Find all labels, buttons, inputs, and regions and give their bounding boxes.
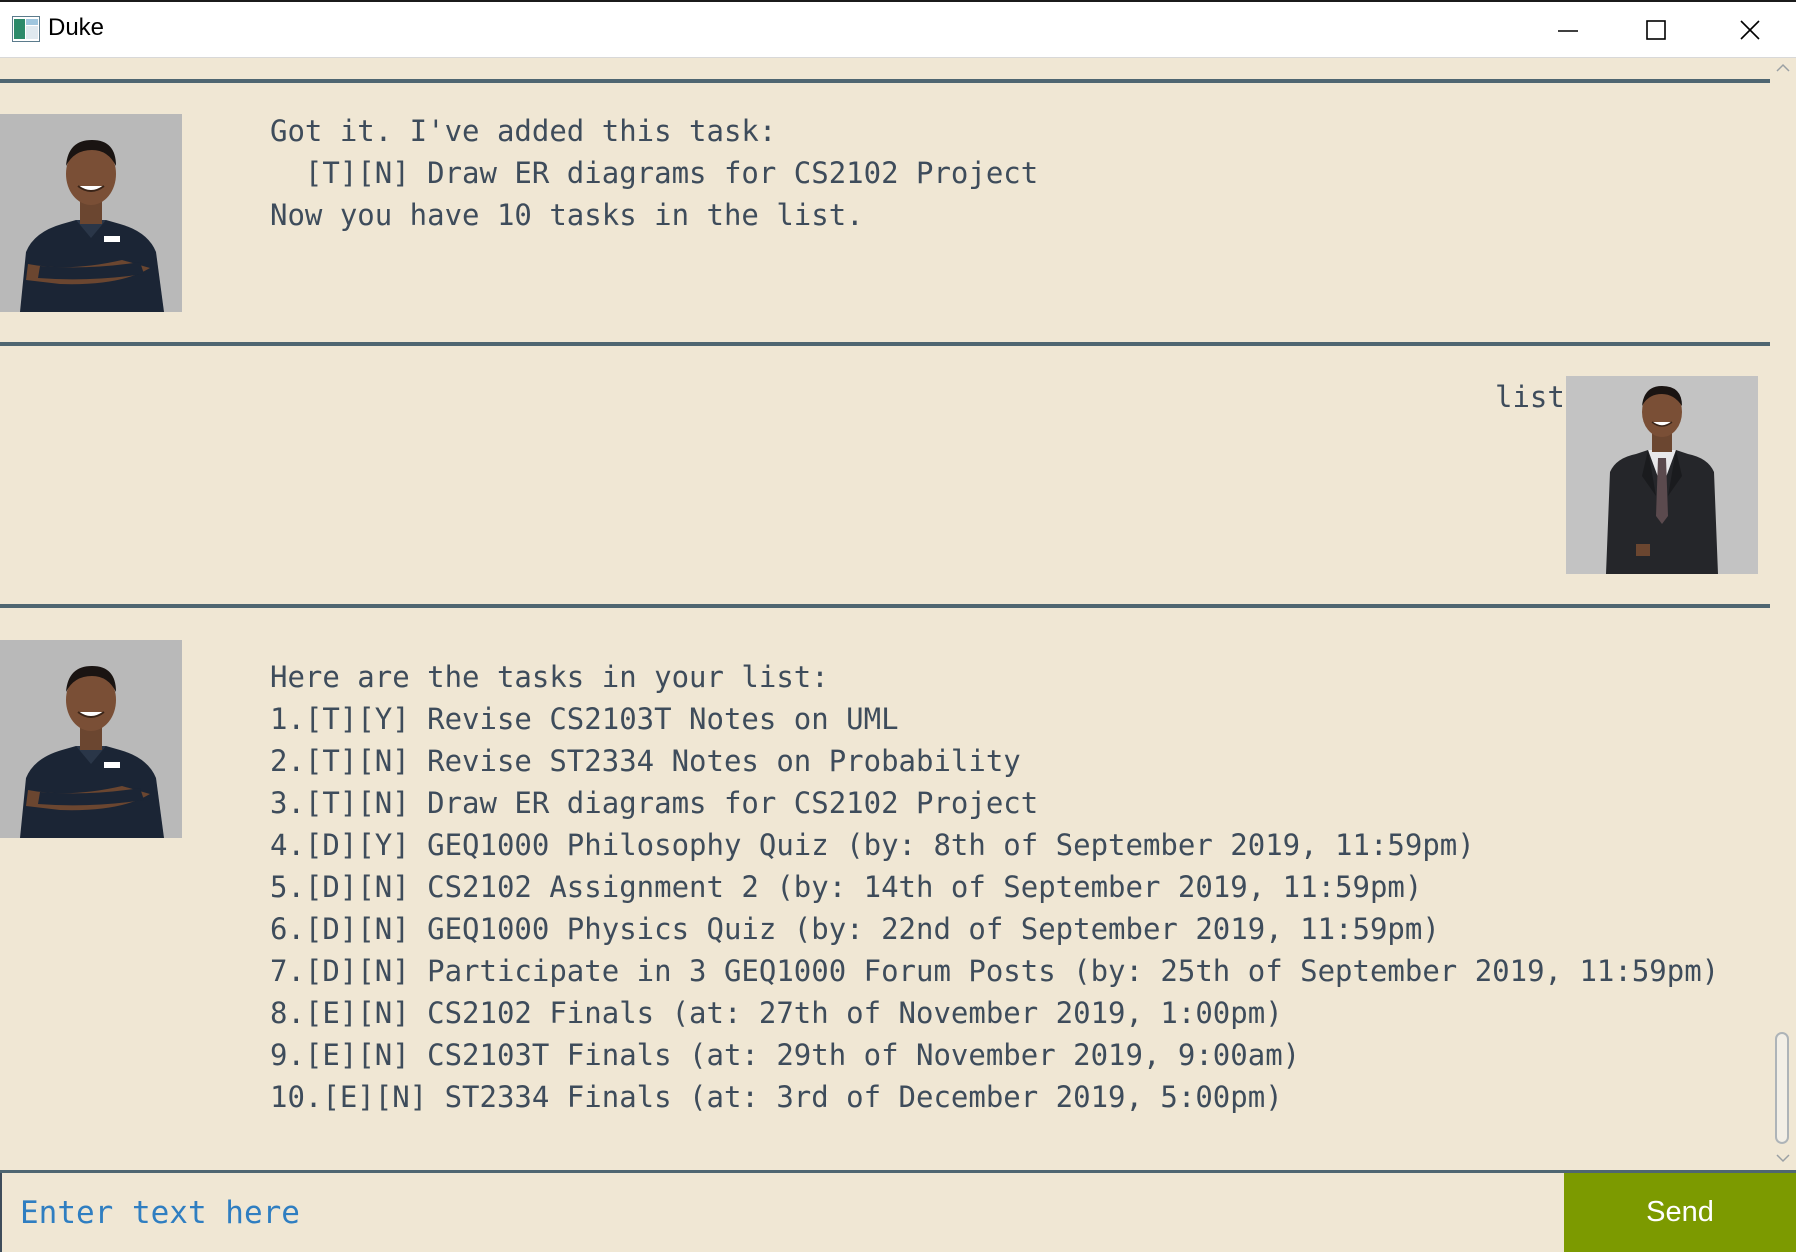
window-title: Duke	[48, 14, 105, 41]
duke-app-icon	[12, 16, 40, 42]
close-button[interactable]	[1706, 2, 1794, 58]
title-bar: Duke	[0, 0, 1796, 58]
scroll-down-arrow-icon[interactable]	[1775, 1152, 1791, 1164]
maximize-icon	[1646, 20, 1666, 40]
dialog-divider	[0, 79, 1770, 83]
dialog-divider	[0, 604, 1770, 608]
user-message-text: list	[1495, 380, 1565, 414]
dialog-container[interactable]: Got it. I've added this task: [T][N] Dra…	[0, 58, 1770, 1170]
user-avatar	[1566, 376, 1758, 574]
minimize-button[interactable]	[1524, 2, 1612, 58]
input-bar: Send	[0, 1170, 1796, 1252]
close-icon	[1740, 20, 1760, 40]
duke-message-text: Here are the tasks in your list: 1.[T][Y…	[270, 660, 1720, 1114]
vertical-scrollbar[interactable]	[1770, 58, 1796, 1170]
dialog-divider	[0, 342, 1770, 346]
user-input-field[interactable]	[0, 1173, 1560, 1252]
scroll-thumb[interactable]	[1775, 1032, 1789, 1144]
minimize-icon	[1558, 30, 1578, 32]
scroll-up-arrow-icon[interactable]	[1775, 62, 1791, 74]
duke-message-text: Got it. I've added this task: [T][N] Dra…	[270, 114, 1039, 232]
duke-avatar	[0, 114, 182, 312]
send-button[interactable]: Send	[1564, 1173, 1796, 1252]
duke-avatar	[0, 640, 182, 838]
maximize-button[interactable]	[1612, 2, 1700, 58]
